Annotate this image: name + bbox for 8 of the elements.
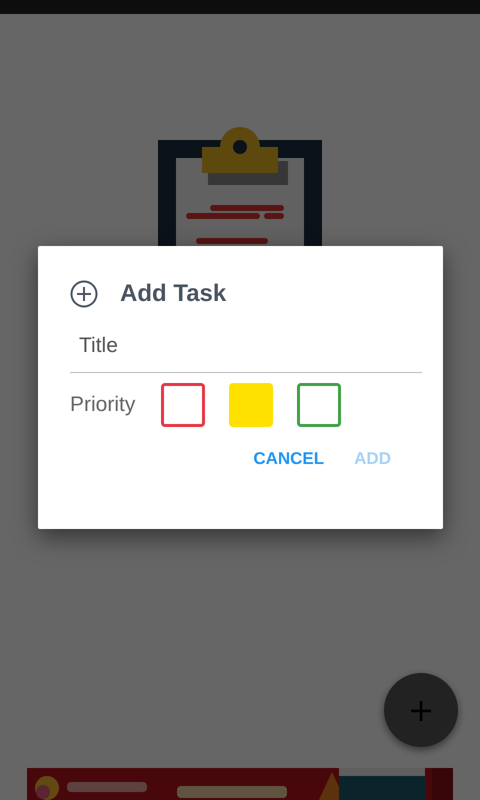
priority-swatch[interactable] <box>297 383 342 427</box>
title-field[interactable]: Title <box>70 334 422 373</box>
priority-label: Priority <box>70 393 136 417</box>
add-circle-icon <box>70 280 98 308</box>
add-fab-button[interactable]: + <box>384 673 458 747</box>
priority-swatch[interactable] <box>161 383 206 427</box>
dialog-button[interactable]: CANCEL <box>245 443 332 475</box>
dialog-title: Add Task <box>120 280 226 308</box>
